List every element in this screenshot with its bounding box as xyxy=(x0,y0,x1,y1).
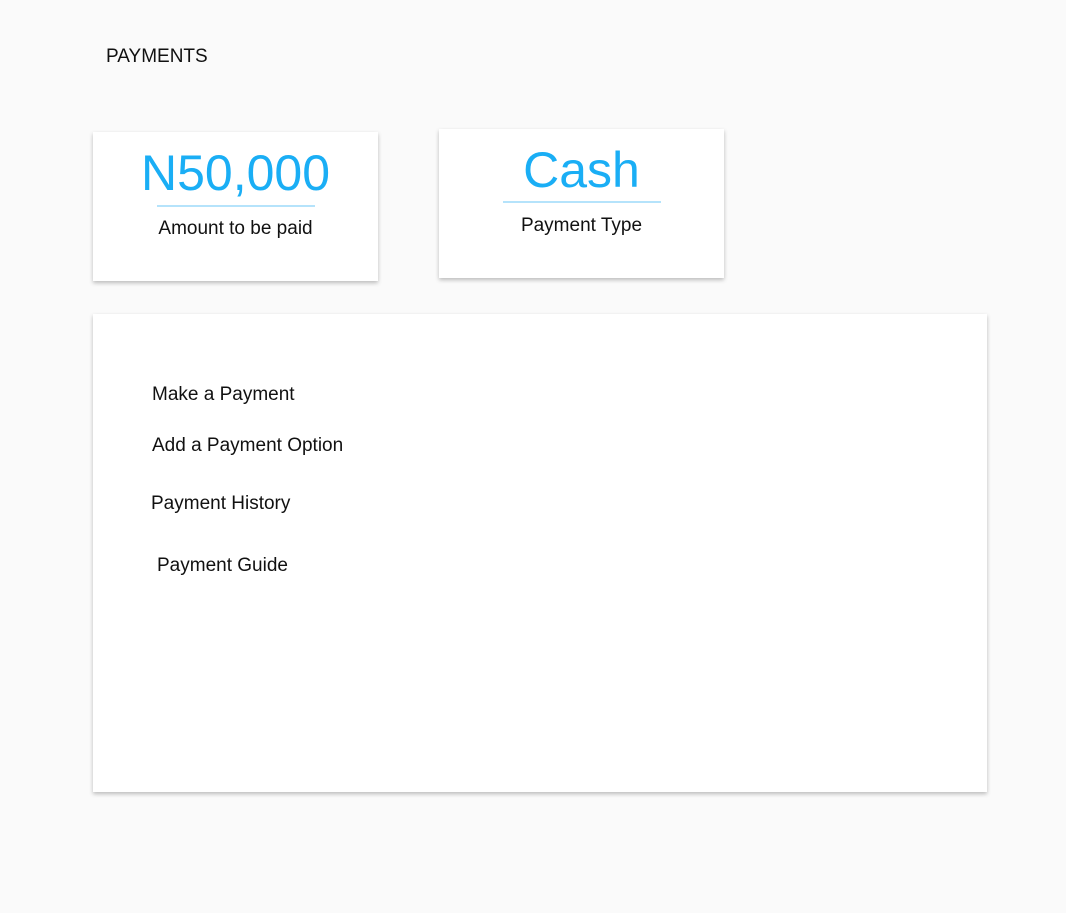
divider xyxy=(503,201,661,203)
divider xyxy=(157,205,315,207)
amount-value: N50,000 xyxy=(140,145,331,201)
payment-type-label: Payment Type xyxy=(520,215,643,236)
payment-menu-panel: Make a Payment Add a Payment Option Paym… xyxy=(93,314,987,792)
payment-type-value: Cash xyxy=(523,142,640,198)
amount-card: N50,000 Amount to be paid xyxy=(93,132,378,281)
payment-type-card: Cash Payment Type xyxy=(439,129,724,278)
menu-item-payment-history[interactable]: Payment History xyxy=(151,493,290,515)
page-title: PAYMENTS xyxy=(106,46,208,67)
menu-item-make-payment[interactable]: Make a Payment xyxy=(152,384,295,406)
menu-item-add-payment-option[interactable]: Add a Payment Option xyxy=(152,435,343,457)
amount-label: Amount to be paid xyxy=(158,218,313,239)
menu-item-payment-guide[interactable]: Payment Guide xyxy=(157,555,288,577)
